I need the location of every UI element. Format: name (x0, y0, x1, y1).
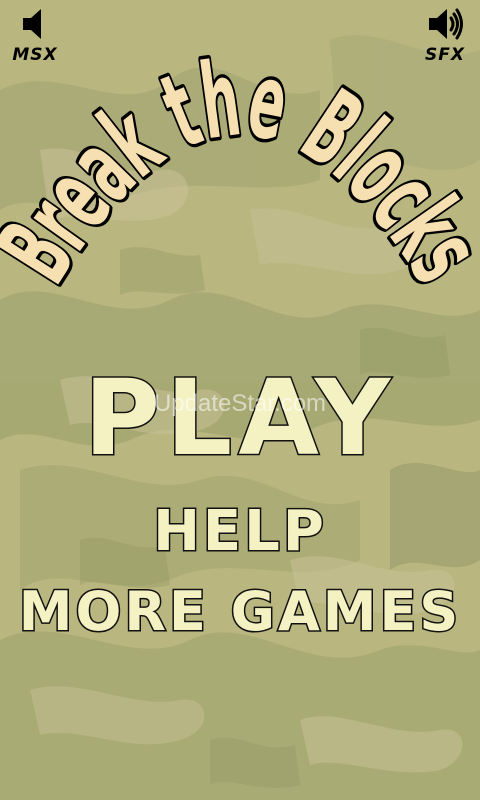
game-title-logo: Break the Blocks (0, 34, 480, 306)
more-games-button[interactable]: MORE GAMES (0, 579, 480, 645)
game-title: Break the Blocks (0, 34, 480, 306)
svg-text:Break the Blocks: Break the Blocks (0, 37, 480, 302)
help-button[interactable]: HELP (0, 498, 480, 565)
play-button[interactable]: PLAY (0, 357, 480, 480)
